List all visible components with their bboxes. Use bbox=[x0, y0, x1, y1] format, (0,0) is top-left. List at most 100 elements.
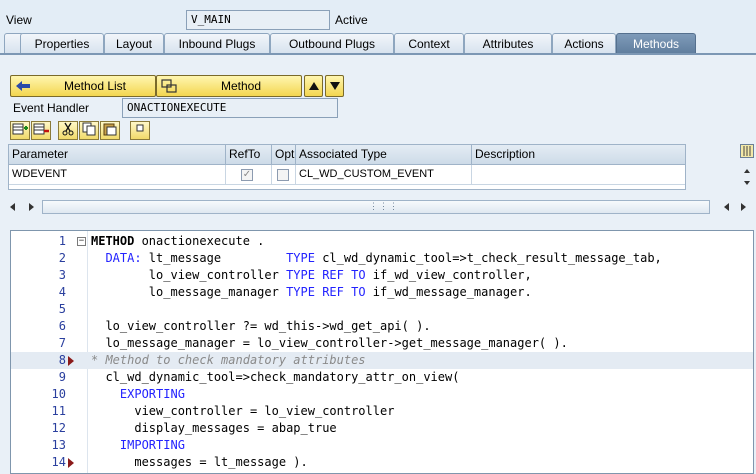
scroll-right-end-icon[interactable] bbox=[738, 202, 748, 212]
delete-row-button[interactable] bbox=[31, 121, 51, 140]
delete-row-icon bbox=[33, 123, 49, 135]
code-text: * Method to check mandatory attributes bbox=[91, 352, 366, 369]
code-keyword: TYPE bbox=[286, 251, 315, 265]
square-icon bbox=[136, 124, 144, 132]
code-keyword: EXPORTING bbox=[119, 387, 185, 401]
code-line[interactable]: 4 lo_message_manager TYPE REF TO if_wd_m… bbox=[11, 284, 753, 301]
code-text: cl_wd_dynamic_tool=>check_mandatory_attr… bbox=[91, 369, 459, 386]
code-text: view_controller = lo_view_controller bbox=[91, 403, 394, 420]
code-token: if_wd_message_manager. bbox=[365, 285, 532, 299]
tab-layout[interactable]: Layout bbox=[104, 33, 164, 54]
table-vscroll-icon[interactable] bbox=[742, 165, 752, 189]
code-line[interactable]: 1 − METHOD onactionexecute . bbox=[11, 233, 753, 250]
breakpoint-marker-icon[interactable] bbox=[68, 458, 74, 468]
code-line[interactable]: 7 lo_message_manager = lo_view_controlle… bbox=[11, 335, 753, 352]
tab-context[interactable]: Context bbox=[394, 33, 464, 54]
line-number: 7 bbox=[58, 336, 66, 350]
empty-row bbox=[9, 185, 685, 189]
horizontal-scrollbar[interactable]: ⋮⋮⋮ bbox=[8, 199, 754, 215]
code-text: messages = lt_message ). bbox=[91, 454, 308, 471]
code-text: lo_view_controller ?= wd_this->wd_get_ap… bbox=[91, 318, 431, 335]
code-token: if_wd_view_controller, bbox=[365, 268, 532, 282]
code-line[interactable]: 8 * Method to check mandatory attributes bbox=[11, 352, 753, 369]
method-list-button[interactable]: Method List bbox=[10, 75, 156, 97]
event-handler-field[interactable]: ONACTIONEXECUTE bbox=[122, 98, 338, 118]
col-header-parameter[interactable]: Parameter bbox=[9, 145, 226, 165]
next-button[interactable] bbox=[325, 75, 344, 97]
col-header-opt[interactable]: Opt bbox=[272, 145, 296, 165]
cell-opt[interactable] bbox=[272, 165, 296, 185]
cut-button[interactable] bbox=[58, 121, 78, 140]
cell-associated-type[interactable]: CL_WD_CUSTOM_EVENT bbox=[296, 165, 472, 185]
code-text: DATA: lt_message TYPE cl_wd_dynamic_tool… bbox=[91, 250, 662, 267]
scissors-icon bbox=[62, 122, 74, 136]
code-keyword: TYPE REF TO bbox=[286, 268, 366, 282]
scroll-thumb[interactable]: ⋮⋮⋮ bbox=[42, 200, 710, 214]
code-line[interactable]: 9 cl_wd_dynamic_tool=>check_mandatory_at… bbox=[11, 369, 753, 386]
breakpoint-marker-icon[interactable] bbox=[68, 356, 74, 366]
code-token: messages = lt_message ). bbox=[91, 455, 308, 469]
code-token: cl_wd_dynamic_tool=>t_check_result_messa… bbox=[314, 251, 662, 265]
insert-row-icon bbox=[12, 123, 28, 135]
code-line[interactable]: 13 IMPORTING bbox=[11, 437, 753, 454]
code-editor[interactable]: 1− METHOD onactionexecute .2 DATA: lt_mes… bbox=[10, 230, 754, 474]
fold-toggle-icon[interactable]: − bbox=[77, 237, 86, 246]
col-header-associated-type[interactable]: Associated Type bbox=[296, 145, 472, 165]
code-line[interactable]: 14 messages = lt_message ). bbox=[11, 454, 753, 471]
scroll-left-end-icon[interactable] bbox=[722, 202, 732, 212]
code-line[interactable]: 11 view_controller = lo_view_controller bbox=[11, 403, 753, 420]
code-line[interactable]: 2 DATA: lt_message TYPE cl_wd_dynamic_to… bbox=[11, 250, 753, 267]
copy-button[interactable] bbox=[79, 121, 99, 140]
code-keyword: IMPORTING bbox=[119, 438, 185, 452]
code-text: EXPORTING bbox=[91, 386, 185, 403]
insert-row-button[interactable] bbox=[10, 121, 30, 140]
table-layout-button[interactable] bbox=[740, 144, 754, 158]
code-token: lo_view_controller ?= wd_this->wd_get_ap… bbox=[91, 319, 431, 333]
paste-button[interactable] bbox=[100, 121, 120, 140]
tab-attributes[interactable]: Attributes bbox=[464, 33, 552, 54]
code-line[interactable]: 3 lo_view_controller TYPE REF TO if_wd_v… bbox=[11, 267, 753, 284]
tab-strip: Properties Layout Inbound Plugs Outbound… bbox=[0, 33, 756, 55]
line-number: 11 bbox=[51, 404, 66, 418]
refto-checkbox[interactable]: ✓ bbox=[241, 169, 253, 181]
code-keyword: DATA: bbox=[105, 251, 142, 265]
status-text: Active bbox=[335, 13, 368, 27]
line-number: 6 bbox=[58, 319, 66, 333]
tab-outbound-plugs[interactable]: Outbound Plugs bbox=[270, 33, 394, 54]
code-text: lo_message_manager = lo_view_controller-… bbox=[91, 335, 567, 352]
col-header-refto[interactable]: RefTo bbox=[226, 145, 272, 165]
code-text: lo_view_controller TYPE REF TO if_wd_vie… bbox=[91, 267, 532, 284]
details-button[interactable] bbox=[130, 121, 150, 140]
line-number: 10 bbox=[51, 387, 66, 401]
column-layout-icon bbox=[743, 146, 751, 156]
tab-actions[interactable]: Actions bbox=[552, 33, 616, 54]
code-line[interactable]: 5 bbox=[11, 301, 753, 318]
scroll-left-icon[interactable] bbox=[8, 202, 18, 212]
cell-parameter[interactable]: WDEVENT bbox=[9, 165, 226, 185]
view-name-field[interactable]: V_MAIN bbox=[186, 10, 330, 30]
switch-display-change-icon bbox=[161, 79, 177, 93]
triangle-down-icon bbox=[330, 82, 340, 90]
code-token: view_controller = lo_view_controller bbox=[91, 404, 395, 418]
code-line[interactable]: 10 EXPORTING bbox=[11, 386, 753, 403]
cell-description[interactable] bbox=[472, 165, 685, 185]
method-button[interactable]: Method bbox=[156, 75, 302, 97]
cell-refto[interactable]: ✓ bbox=[226, 165, 272, 185]
grip-icon: ⋮⋮⋮ bbox=[369, 201, 399, 211]
code-token: display_messages = abap_true bbox=[91, 421, 337, 435]
code-line[interactable]: 6 lo_view_controller ?= wd_this->wd_get_… bbox=[11, 318, 753, 335]
previous-button[interactable] bbox=[304, 75, 323, 97]
code-text: display_messages = abap_true bbox=[91, 420, 337, 437]
col-header-description[interactable]: Description bbox=[472, 145, 685, 165]
tab-methods[interactable]: Methods bbox=[616, 33, 696, 54]
code-text: IMPORTING bbox=[91, 437, 185, 454]
opt-checkbox[interactable] bbox=[277, 169, 289, 181]
scroll-right-icon[interactable] bbox=[26, 202, 36, 212]
code-line[interactable]: 12 display_messages = abap_true bbox=[11, 420, 753, 437]
tab-inbound-plugs[interactable]: Inbound Plugs bbox=[164, 33, 270, 54]
tab-properties[interactable]: Properties bbox=[20, 33, 104, 54]
arrow-left-icon bbox=[15, 79, 31, 93]
